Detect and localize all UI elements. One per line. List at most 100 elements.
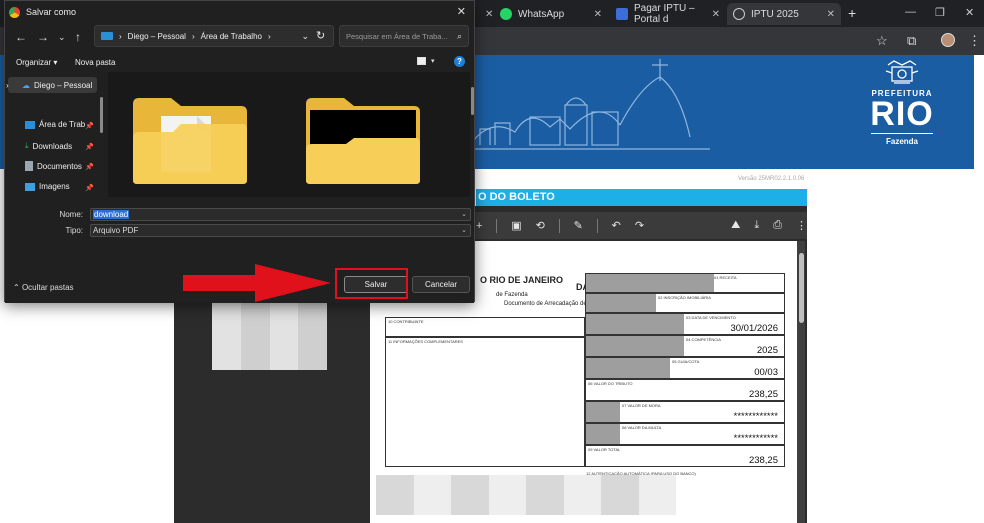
chevron-right-icon: › [191,31,195,41]
field-label: 06 VALOR DO TRIBUTO [588,381,633,386]
restore-icon[interactable]: ❐ [935,6,945,19]
darm-fazenda: de Fazenda [496,292,528,298]
annotate-icon[interactable]: ✎ [574,219,583,232]
fit-page-icon[interactable]: ▣ [511,219,521,232]
field-label: 07 VALOR DE MORA [622,403,661,408]
nav-item-downloads[interactable]: ⤓ Downloads [25,141,72,151]
dialog-title-bar: Salvar como [5,1,474,23]
nav-item-imagens[interactable]: Imagens [25,182,70,191]
up-arrow-icon[interactable]: ↑ [75,30,81,44]
file-pane-scrollbar[interactable] [471,87,474,115]
field-competencia: 04 COMPETÊNCIA 2025 [585,335,785,357]
close-icon[interactable]: ✕ [827,9,835,20]
minimize-icon[interactable]: — [905,6,916,18]
close-icon[interactable]: ✕ [594,9,602,20]
cancel-button[interactable]: Cancelar [412,276,470,293]
nav-item-area-de-trabalho[interactable]: Área de Trab [25,120,85,129]
filetype-select[interactable]: Arquivo PDF ⌄ [90,224,471,237]
undo-icon[interactable]: ↶ [612,219,621,232]
hide-folders-toggle[interactable]: ⌃ Ocultar pastas [13,283,74,292]
field-label: 01 RECEITA [714,275,737,280]
tab-portal[interactable]: Pagar IPTU – Portal d ✕ [610,3,726,25]
menu-kebab-icon[interactable]: ⋮ [968,33,981,49]
field-value: 30/01/2026 [730,323,778,334]
search-icon: ⌕ [456,31,462,41]
blurred-thumbnail [212,300,327,370]
section-title-bar: O DO BOLETO [476,189,807,206]
more-options-icon[interactable]: ⋮ [796,219,807,232]
redo-icon[interactable]: ↷ [635,219,644,232]
extensions-icon[interactable]: ⧉ [907,33,916,49]
field-label: 09 VALOR TOTAL [588,447,621,452]
new-tab-button[interactable]: + [848,5,856,21]
chevron-down-icon[interactable]: ⌄ [461,209,467,220]
organize-button[interactable]: Organizar ▾ [16,58,57,67]
filename-input[interactable]: download ⌄ [90,208,471,221]
close-window-icon[interactable]: ✕ [965,6,974,19]
folder-with-document-icon[interactable] [131,94,249,186]
bookmark-star-icon[interactable]: ☆ [876,33,888,49]
chevron-down-icon[interactable]: ⌄ [461,225,467,236]
view-options-icon[interactable] [417,57,426,65]
field-value: 00/03 [754,367,778,378]
filename-value: download [93,210,130,219]
field-valor-total: 09 VALOR TOTAL 238,25 [585,445,785,467]
tab-label: Pagar IPTU – Portal d [634,3,695,25]
info-label: 11 INFORMAÇÕES COMPLEMENTARES [388,339,463,344]
forward-arrow-icon[interactable]: → [37,30,49,44]
version-text: Versão 25MR02.2.1.0.06 [738,176,805,182]
desktop-icon [25,120,35,129]
close-icon[interactable]: ✕ [457,5,466,18]
nav-item-diego-pessoal[interactable]: › ☁ Diego – Pessoal [6,77,97,93]
nav-item-documentos[interactable]: Documentos [25,161,82,171]
field-label: 03 DATA DE VENCIMENTO [686,315,736,320]
breadcrumb-item[interactable]: Área de Trabalho [201,32,262,41]
field-inscricao: 02 INSCRIÇÃO IMOBILIÁRIA [585,293,785,313]
chevron-down-icon[interactable]: ⌄ [301,31,309,42]
whatsapp-icon [500,8,512,20]
download-pdf-icon[interactable]: ⤓ [754,219,759,232]
download-icon: ⤓ [25,141,29,150]
expand-chevron-icon[interactable]: › [6,81,9,90]
logo-fazenda-text: Fazenda [885,137,918,146]
filetype-value: Arquivo PDF [93,226,139,235]
help-icon[interactable]: ? [454,56,465,67]
refresh-icon[interactable]: ↻ [316,29,325,42]
back-arrow-icon[interactable]: ← [15,30,27,44]
pdf-scroll-thumb[interactable] [799,253,804,323]
zoom-in-icon[interactable]: + [476,220,482,232]
rio-skyline-illustration [470,59,710,150]
nav-label: Documentos [37,161,82,171]
print-icon[interactable]: ⎙ [773,219,782,232]
view-chevron-icon[interactable]: ▾ [431,57,435,65]
search-input[interactable]: Pesquisar em Área de Traba... ⌕ [339,25,469,47]
address-bar[interactable]: › Diego – Pessoal › Área de Trabalho › ⌄ [94,25,334,47]
pin-icon: 📌 [85,123,94,130]
file-pane [108,72,470,197]
avatar[interactable] [941,33,955,47]
new-folder-button[interactable]: Nova pasta [75,58,115,67]
field-label: 05 GUIA/COTA [672,359,700,364]
recent-chevron-icon[interactable]: ⌄ [58,32,66,43]
redacted-folder-icon[interactable] [304,94,422,186]
globe-icon [733,8,745,20]
folder-icon [101,32,113,40]
logo-rio-text: RIO [870,95,934,133]
drive-save-icon[interactable]: ⛰ [731,219,740,232]
field-label: 08 VALOR DA MULTA [622,425,662,430]
close-icon[interactable]: ✕ [712,9,720,20]
chevron-right-icon: › [119,31,122,41]
field-value: 2025 [756,345,778,356]
field-value: ************ [733,433,778,444]
nav-label: Imagens [39,182,70,191]
nav-scrollbar[interactable] [100,97,103,133]
field-valor-mora: 07 VALOR DE MORA ************ [585,401,785,423]
breadcrumb-item[interactable]: Diego – Pessoal [128,32,186,41]
tab-whatsapp[interactable]: WhatsApp ✕ [494,3,608,25]
rotate-icon[interactable]: ⟲ [536,219,545,232]
close-icon[interactable]: ✕ [485,9,493,20]
hide-folders-label: Ocultar pastas [21,283,74,292]
previous-tab-close[interactable]: ✕ [479,3,493,25]
tab-iptu[interactable]: IPTU 2025 ✕ [727,3,841,25]
chevron-up-icon: ⌃ [13,283,20,292]
